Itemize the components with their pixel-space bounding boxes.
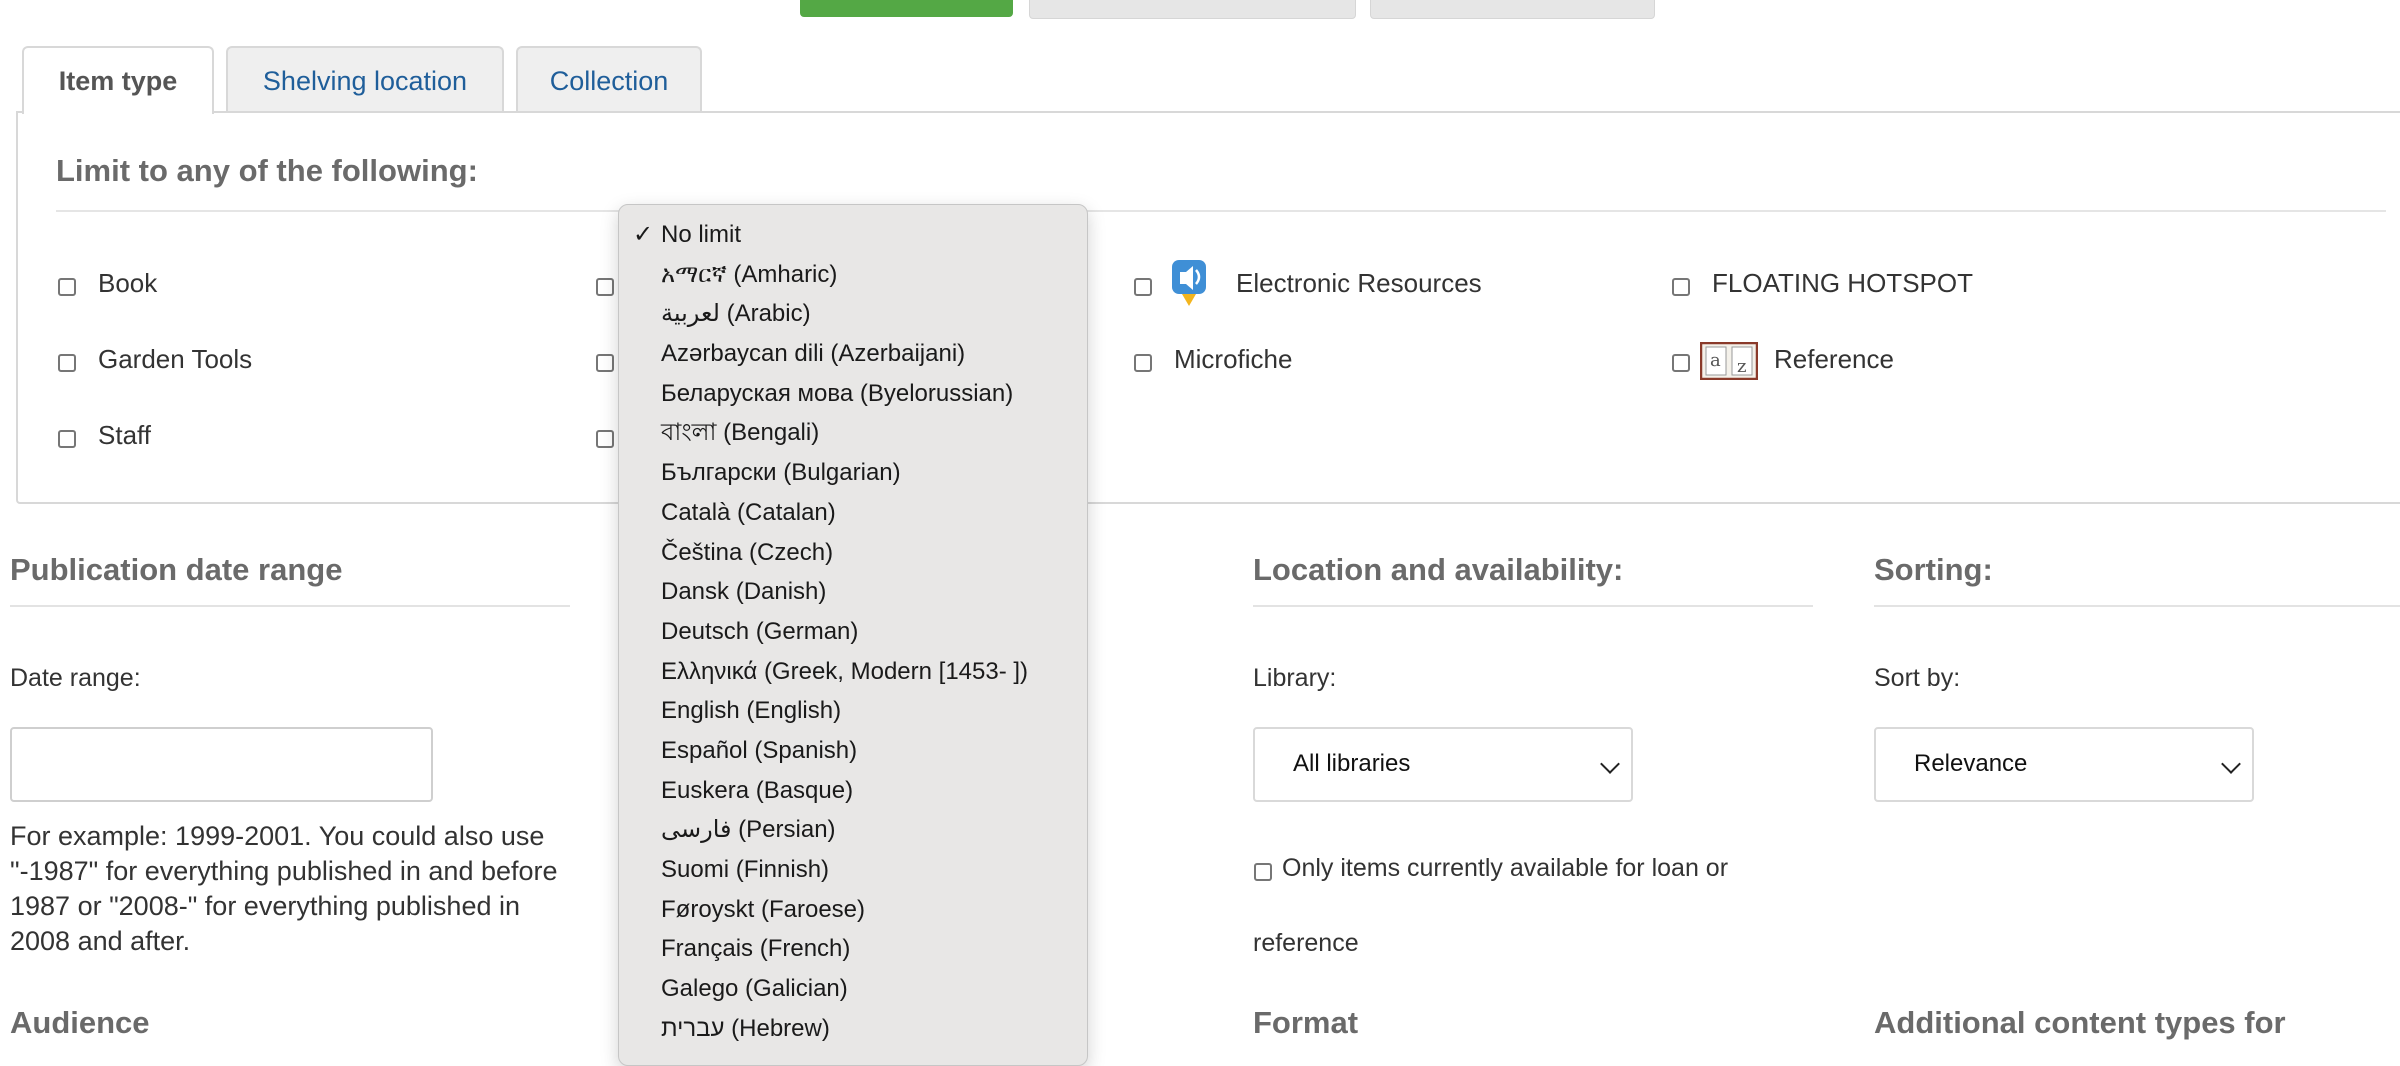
item-label-floating-hotspot: FLOATING HOTSPOT — [1712, 268, 1973, 298]
date-range-help: For example: 1999-2001. You could also u… — [10, 821, 558, 956]
dropdown-option[interactable]: Čeština (Czech) — [619, 533, 1087, 573]
additional-content-heading: Additional content types for — [1874, 1005, 2286, 1040]
available-checkbox[interactable] — [1254, 863, 1272, 881]
divider — [1253, 605, 1813, 607]
svg-text:z: z — [1737, 356, 1746, 377]
dropdown-option[interactable]: አማርኛ (Amharic) — [619, 255, 1087, 295]
dropdown-option[interactable]: Azərbaycan dili (Azerbaijani) — [619, 334, 1087, 374]
dropdown-option[interactable]: Ελληνικά (Greek, Modern [1453- ]) — [619, 652, 1087, 692]
az-icon: a z — [1699, 341, 1759, 381]
checkbox-garden-tools[interactable] — [58, 354, 76, 372]
dropdown-option[interactable]: لعربية (Arabic) — [619, 294, 1087, 334]
audience-heading: Audience — [10, 1005, 150, 1040]
item-label-garden-tools: Garden Tools — [98, 344, 253, 374]
sorting-heading: Sorting: — [1874, 552, 1993, 587]
dropdown-option[interactable]: Български (Bulgarian) — [619, 453, 1087, 493]
dropdown-option[interactable]: فارسی (Persian) — [619, 810, 1087, 850]
tab-shelving-location[interactable]: Shelving location — [226, 46, 504, 112]
location-heading: Location and availability: — [1253, 552, 1624, 587]
checkbox-staff[interactable] — [58, 430, 76, 448]
tab-collection[interactable]: Collection — [516, 46, 702, 112]
dropdown-option[interactable]: ✓ No limit — [619, 215, 1087, 255]
dropdown-option[interactable]: Deutsch (German) — [619, 612, 1087, 652]
svg-text:a: a — [1710, 350, 1721, 371]
dropdown-option[interactable]: Français (French) — [619, 929, 1087, 969]
chevron-down-icon — [2221, 754, 2241, 774]
sort-by-select-value: Relevance — [1914, 750, 2028, 777]
tab-item-type[interactable]: Item type — [22, 46, 214, 114]
checkbox-col2-row3[interactable] — [596, 430, 614, 448]
dropdown-option[interactable]: Suomi (Finnish) — [619, 850, 1087, 890]
dropdown-option[interactable]: বাংলা (Bengali) — [619, 413, 1087, 453]
date-range-input[interactable] — [10, 727, 433, 802]
item-label-staff: Staff — [98, 420, 152, 450]
available-label: Only items currently available for loan … — [1282, 854, 1729, 882]
language-dropdown[interactable]: ✓ No limit አማርኛ (Amharic) لعربية (Arabic)… — [618, 204, 1088, 1066]
dropdown-option[interactable]: עברית (Hebrew) — [619, 1009, 1087, 1049]
checkbox-microfiche[interactable] — [1134, 354, 1152, 372]
checkbox-col2-row1[interactable] — [596, 278, 614, 296]
chevron-down-icon — [1600, 754, 1620, 774]
item-label-electronic-resources: Electronic Resources — [1236, 268, 1482, 298]
dropdown-option[interactable]: Dansk (Danish) — [619, 572, 1087, 612]
checkbox-col2-row2[interactable] — [596, 354, 614, 372]
publication-heading: Publication date range — [10, 552, 343, 587]
item-label-reference: Reference — [1774, 344, 1894, 374]
speaker-download-icon — [1170, 258, 1210, 310]
checkbox-book[interactable] — [58, 278, 76, 296]
dropdown-option[interactable]: Føroyskt (Faroese) — [619, 890, 1087, 930]
checkbox-reference[interactable] — [1672, 354, 1690, 372]
format-heading: Format — [1253, 1005, 1359, 1040]
checkbox-floating-hotspot[interactable] — [1672, 278, 1690, 296]
divider — [56, 210, 2386, 212]
sort-by-label: Sort by: — [1874, 664, 1961, 692]
sort-by-select[interactable]: Relevance — [1874, 727, 2254, 802]
dropdown-option[interactable]: English (English) — [619, 691, 1087, 731]
secondary-button[interactable] — [1029, 0, 1356, 19]
divider — [1874, 605, 2400, 607]
checkmark-icon: ✓ — [633, 221, 654, 248]
limit-legend: Limit to any of the following: — [56, 153, 478, 188]
dropdown-option[interactable]: Беларуская мова (Byelorussian) — [619, 374, 1087, 414]
available-label-continued: reference — [1253, 929, 1359, 957]
item-label-microfiche: Microfiche — [1174, 344, 1293, 374]
library-label: Library: — [1253, 664, 1337, 692]
library-select[interactable]: All libraries — [1253, 727, 1633, 802]
dropdown-option[interactable]: Español (Spanish) — [619, 731, 1087, 771]
search-button[interactable] — [800, 0, 1013, 17]
tertiary-button[interactable] — [1370, 0, 1655, 19]
library-select-value: All libraries — [1293, 750, 1411, 777]
divider — [10, 605, 570, 607]
checkbox-electronic-resources[interactable] — [1134, 278, 1152, 296]
dropdown-option[interactable]: Euskera (Basque) — [619, 771, 1087, 811]
date-range-label: Date range: — [10, 664, 141, 692]
item-label-book: Book — [98, 268, 158, 298]
dropdown-option[interactable]: Galego (Galician) — [619, 969, 1087, 1009]
dropdown-option[interactable]: Català (Catalan) — [619, 493, 1087, 533]
